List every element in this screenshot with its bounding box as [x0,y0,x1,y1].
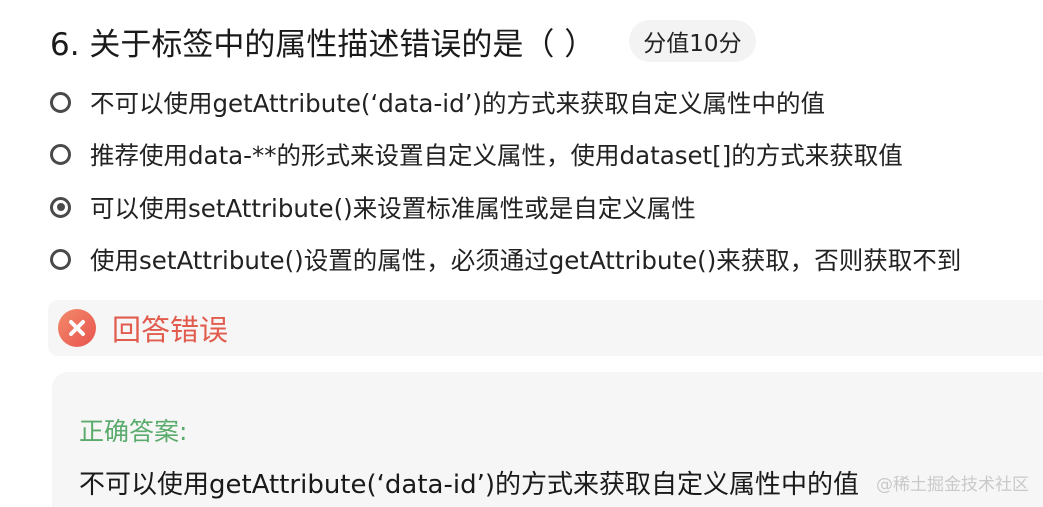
option-label: 不可以使用getAttribute(‘data-id’)的方式来获取自定义属性中… [90,88,825,118]
score-badge: 分值10分 [629,20,756,62]
option-a[interactable]: 不可以使用getAttribute(‘data-id’)的方式来获取自定义属性中… [50,76,1040,129]
correct-answer-text: 不可以使用getAttribute(‘data-id’)的方式来获取自定义属性中… [79,470,859,500]
option-c[interactable]: 可以使用setAttribute()来设置标准属性或是自定义属性 [50,181,1040,234]
radio-unchecked-icon[interactable] [50,144,71,166]
question-title: 6. 关于标签中的属性描述错误的是（ ） [50,26,596,63]
radio-unchecked-icon[interactable] [50,249,71,271]
option-label: 推荐使用data-**的形式来设置自定义属性，使用dataset[]的方式来获取… [90,141,903,171]
option-label: 使用setAttribute()设置的属性，必须通过getAttribute()… [90,246,962,276]
result-banner: 回答错误 [48,300,1043,356]
radio-checked-icon[interactable] [50,196,71,218]
option-b[interactable]: 推荐使用data-**的形式来设置自定义属性，使用dataset[]的方式来获取… [50,129,1040,182]
options-list: 不可以使用getAttribute(‘data-id’)的方式来获取自定义属性中… [50,76,1040,286]
result-text: 回答错误 [112,313,229,347]
option-d[interactable]: 使用setAttribute()设置的属性，必须通过getAttribute()… [50,234,1040,287]
radio-unchecked-icon[interactable] [50,91,71,113]
correct-answer-label: 正确答案: [79,417,188,446]
error-x-icon [58,309,96,347]
option-label: 可以使用setAttribute()来设置标准属性或是自定义属性 [90,193,696,223]
watermark: @稀土掘金技术社区 [876,475,1029,495]
question-header: 6. 关于标签中的属性描述错误的是（ ） 分值10分 [50,18,756,64]
